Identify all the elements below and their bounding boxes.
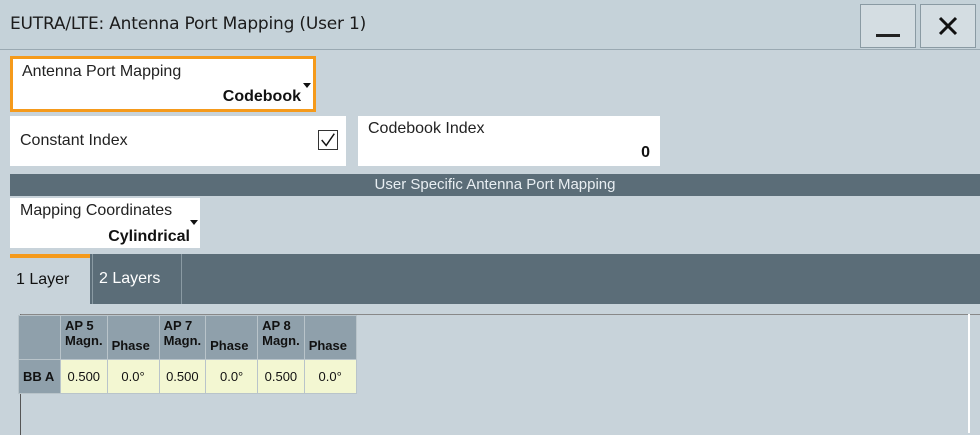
mapping-coordinates-select[interactable]: Mapping Coordinates Cylindrical bbox=[10, 198, 200, 248]
codebook-index-value: 0 bbox=[641, 144, 650, 161]
table-cell[interactable]: 0.0° bbox=[205, 359, 259, 394]
antenna-port-mapping-label: Antenna Port Mapping bbox=[22, 63, 182, 80]
minimize-button[interactable] bbox=[860, 4, 916, 48]
column-header: Phase bbox=[205, 315, 259, 360]
dropdown-arrow-icon bbox=[190, 220, 198, 225]
row-header: BB A bbox=[18, 359, 61, 394]
column-header: Phase bbox=[106, 315, 160, 360]
antenna-port-mapping-value: Codebook bbox=[222, 88, 301, 105]
table-cell[interactable]: 0.0° bbox=[303, 359, 357, 394]
constant-index-field: Constant Index bbox=[10, 116, 346, 166]
title-bar: EUTRA/LTE: Antenna Port Mapping (User 1) bbox=[0, 0, 980, 50]
window-title: EUTRA/LTE: Antenna Port Mapping (User 1) bbox=[10, 14, 367, 34]
table-corner bbox=[18, 315, 61, 360]
vertical-scrollbar[interactable] bbox=[968, 314, 970, 433]
mapping-coordinates-value: Cylindrical bbox=[108, 228, 190, 245]
table-cell[interactable]: 0.500 bbox=[257, 359, 305, 394]
column-header: Phase bbox=[303, 315, 357, 360]
checkmark-icon bbox=[321, 133, 335, 147]
minimize-icon bbox=[876, 33, 900, 37]
table-cell[interactable]: 0.500 bbox=[158, 359, 207, 394]
constant-index-checkbox[interactable] bbox=[318, 130, 338, 150]
mapping-coordinates-label: Mapping Coordinates bbox=[20, 202, 173, 219]
dropdown-arrow-icon bbox=[303, 83, 311, 88]
table-cell[interactable]: 0.0° bbox=[106, 359, 160, 394]
tab-2-layers[interactable]: 2 Layers bbox=[92, 254, 182, 304]
table-header-row: AP 5 Magn. Phase AP 7 Magn. Phase AP 8 Magn… bbox=[18, 315, 357, 360]
tab-1-layer[interactable]: 1 Layer bbox=[10, 254, 90, 304]
table-row: BB A 0.500 0.0° 0.500 0.0° 0.500 0.0° bbox=[18, 359, 357, 394]
constant-index-label: Constant Index bbox=[20, 132, 128, 149]
section-header: User Specific Antenna Port Mapping bbox=[10, 174, 980, 196]
antenna-mapping-table: AP 5 Magn. Phase AP 7 Magn. Phase AP 8 Magn… bbox=[18, 315, 357, 394]
table-cell[interactable]: 0.500 bbox=[60, 359, 108, 394]
column-header: AP 5 Magn. bbox=[60, 315, 108, 360]
codebook-index-label: Codebook Index bbox=[368, 120, 485, 137]
close-icon bbox=[938, 16, 958, 36]
column-header: AP 7 Magn. bbox=[158, 315, 207, 360]
codebook-index-field[interactable]: Codebook Index 0 bbox=[358, 116, 660, 166]
close-button[interactable] bbox=[920, 4, 976, 48]
column-header: AP 8 Magn. bbox=[257, 315, 305, 360]
antenna-port-mapping-select[interactable]: Antenna Port Mapping Codebook bbox=[10, 56, 316, 112]
layer-tabs: 1 Layer 2 Layers bbox=[10, 254, 980, 304]
